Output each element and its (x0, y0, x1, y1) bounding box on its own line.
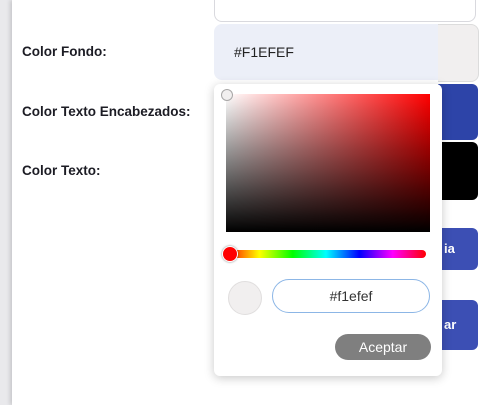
header-text-color-label: Color Texto Encabezados: (22, 104, 191, 119)
hue-slider[interactable] (222, 246, 426, 262)
text-color-swatch[interactable] (438, 142, 478, 200)
top-input-field[interactable] (214, 0, 476, 22)
color-preview (228, 281, 262, 315)
saturation-handle[interactable] (221, 89, 233, 101)
accept-button[interactable]: Aceptar (335, 334, 431, 360)
background-color-swatch[interactable] (438, 24, 479, 82)
header-text-color-swatch[interactable] (438, 84, 478, 140)
hue-slider-handle[interactable] (222, 246, 238, 262)
saturation-value-area[interactable] (221, 89, 430, 232)
background-color-input[interactable]: #F1EFEF (214, 24, 438, 80)
color-picker-popup: #f1efef Aceptar (214, 84, 442, 376)
text-color-label: Color Texto: (22, 163, 101, 178)
hex-color-input[interactable]: #f1efef (272, 279, 430, 313)
action-button-1[interactable]: ia (438, 228, 478, 270)
action-button-2[interactable]: ar (438, 300, 478, 350)
background-color-label: Color Fondo: (22, 44, 107, 59)
